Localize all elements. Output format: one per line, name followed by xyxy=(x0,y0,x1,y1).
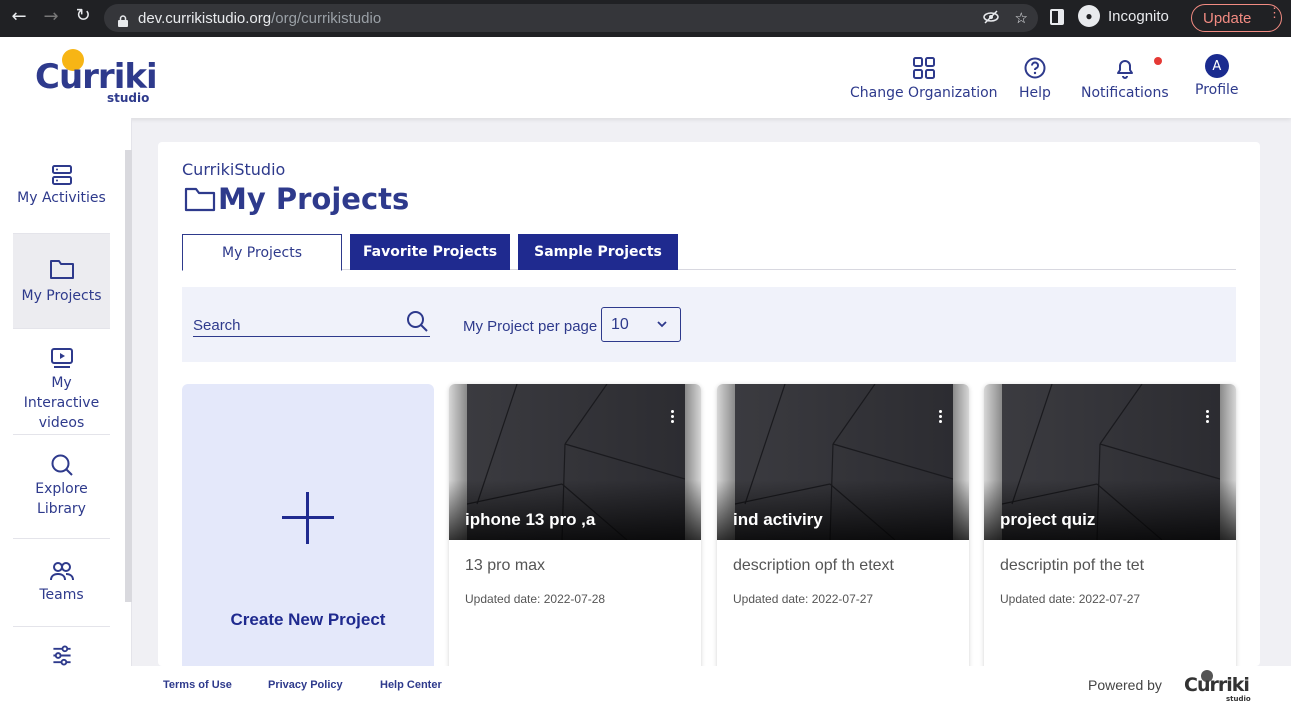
star-icon[interactable]: ☆ xyxy=(1015,9,1028,29)
sidebar-item-settings[interactable] xyxy=(13,627,110,666)
search-input[interactable] xyxy=(193,313,393,334)
incognito-indicator[interactable]: ● Incognito xyxy=(1078,5,1169,27)
project-card[interactable]: ind activiry description opf th etext Up… xyxy=(717,384,969,674)
project-updated-date: Updated date: 2022-07-27 xyxy=(733,592,874,606)
curriki-logo[interactable]: Curriki studio xyxy=(35,49,160,107)
sidebar-scrollbar[interactable] xyxy=(125,150,132,602)
main-content: CurrikiStudio My Projects My Projects Fa… xyxy=(158,142,1260,674)
more-vert-icon: ⋮ xyxy=(1268,5,1281,20)
server-icon xyxy=(51,165,72,185)
search-field xyxy=(193,310,430,337)
project-updated-date: Updated date: 2022-07-27 xyxy=(1000,592,1141,606)
search-icon[interactable] xyxy=(406,310,428,332)
powered-by-text: Powered by xyxy=(1088,677,1162,693)
url-text: dev.currikistudio.org/org/currikistudio xyxy=(138,9,382,27)
side-panel-icon[interactable] xyxy=(1050,9,1064,25)
grid-icon xyxy=(912,57,935,79)
project-description: description opf th etext xyxy=(733,557,894,574)
project-title: project quiz xyxy=(1000,510,1096,529)
plus-icon xyxy=(282,492,334,544)
create-project-card[interactable]: Create New Project xyxy=(182,384,434,674)
help-icon xyxy=(1024,57,1046,79)
project-thumbnail: ind activiry xyxy=(717,384,969,540)
project-title: iphone 13 pro ,a xyxy=(465,510,596,529)
bell-icon xyxy=(1116,60,1133,79)
project-card[interactable]: iphone 13 pro ,a 13 pro max Updated date… xyxy=(449,384,701,674)
footer: Terms of Use Privacy Policy Help Center … xyxy=(0,666,1291,702)
project-thumbnail: iphone 13 pro ,a xyxy=(449,384,701,540)
chevron-down-icon xyxy=(657,321,667,328)
change-organization-button[interactable]: Change Organization xyxy=(850,57,998,101)
incognito-icon: ● xyxy=(1078,5,1100,27)
filter-bar: My Project per page 10 xyxy=(182,287,1236,362)
profile-button[interactable]: A Profile xyxy=(1195,54,1239,98)
sidebar-item-my-projects[interactable]: My Projects xyxy=(13,234,110,329)
terms-link[interactable]: Terms of Use xyxy=(163,679,232,691)
update-button[interactable]: Update ⋮ xyxy=(1191,4,1282,32)
project-description: 13 pro max xyxy=(465,557,546,574)
search-icon xyxy=(51,454,73,476)
app-header: Curriki studio Change Organization Help … xyxy=(0,37,1291,118)
tab-sample-projects[interactable]: Sample Projects xyxy=(518,234,678,270)
more-vert-icon[interactable] xyxy=(1206,410,1210,425)
lock-icon xyxy=(118,12,128,27)
users-icon xyxy=(49,562,74,581)
tab-favorite-projects[interactable]: Favorite Projects xyxy=(350,234,510,270)
notification-badge xyxy=(1154,57,1162,65)
sidebar-item-explore-library[interactable]: Explore Library xyxy=(13,435,110,539)
eye-off-icon[interactable] xyxy=(982,9,999,29)
browser-toolbar: ← → ↻ dev.currikistudio.org/org/currikis… xyxy=(0,0,1291,37)
privacy-link[interactable]: Privacy Policy xyxy=(268,679,343,691)
sidebar: My Activities My Projects My Interactive… xyxy=(0,118,132,666)
tab-my-projects[interactable]: My Projects xyxy=(182,234,342,271)
folder-icon xyxy=(49,260,74,279)
page-title: My Projects xyxy=(184,182,409,216)
project-description: descriptin pof the tet xyxy=(1000,557,1145,574)
sidebar-item-my-interactive-videos[interactable]: My Interactive videos xyxy=(13,329,110,435)
help-button[interactable]: Help xyxy=(1019,57,1051,101)
sidebar-item-my-activities[interactable]: My Activities xyxy=(13,164,110,234)
back-icon[interactable]: ← xyxy=(3,6,35,27)
forward-icon[interactable]: → xyxy=(35,6,67,27)
organization-name: CurrikiStudio xyxy=(182,160,286,179)
project-updated-date: Updated date: 2022-07-28 xyxy=(465,592,606,606)
address-bar[interactable]: dev.currikistudio.org/org/currikistudio … xyxy=(104,4,1038,32)
footer-logo[interactable]: Curriki studio xyxy=(1184,670,1256,702)
project-title: ind activiry xyxy=(733,510,823,529)
more-vert-icon[interactable] xyxy=(671,410,675,425)
reload-icon[interactable]: ↻ xyxy=(67,5,99,26)
project-card[interactable]: project quiz descriptin pof the tet Upda… xyxy=(984,384,1236,674)
avatar: A xyxy=(1204,54,1229,78)
sidebar-item-teams[interactable]: Teams xyxy=(13,539,110,627)
per-page-label: My Project per page xyxy=(463,318,598,335)
sliders-icon xyxy=(52,645,71,666)
project-thumbnail: project quiz xyxy=(984,384,1236,540)
notifications-button[interactable]: Notifications xyxy=(1081,57,1169,101)
per-page-select[interactable]: 10 xyxy=(601,307,681,342)
video-icon xyxy=(50,348,73,368)
project-tabs: My Projects Favorite Projects Sample Pro… xyxy=(182,234,1236,271)
help-center-link[interactable]: Help Center xyxy=(380,679,442,691)
more-vert-icon[interactable] xyxy=(939,410,943,425)
folder-icon xyxy=(184,187,216,212)
